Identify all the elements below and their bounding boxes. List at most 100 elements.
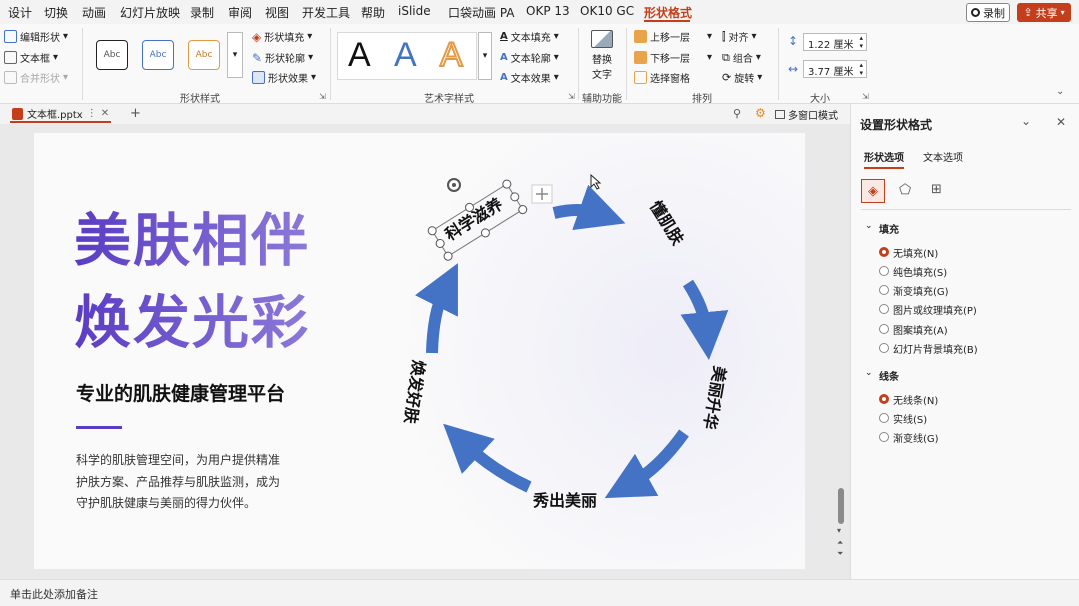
selection-pane-button[interactable]: 选择窗格 <box>634 70 690 85</box>
menu-review[interactable]: 审阅 <box>228 4 252 21</box>
chevron-down-icon: ▾ <box>553 72 559 83</box>
size-properties-icon[interactable]: ⊞ <box>931 182 942 197</box>
next-slide-icon[interactable]: ⏷ <box>837 549 843 559</box>
line-section-header[interactable]: 线条 <box>879 368 899 383</box>
line-option-label: 实线(S) <box>893 415 928 426</box>
rotate-button[interactable]: ⟳ 旋转 ▾ <box>722 70 762 85</box>
shape-fill-button[interactable]: ◈ 形状填充 ▾ <box>252 29 312 45</box>
fill-option-label: 渐变填充(G) <box>893 287 949 298</box>
notes-placeholder[interactable]: 单击此处添加备注 <box>10 586 98 602</box>
chevron-down-icon[interactable]: ⌄ <box>865 221 873 231</box>
slide-canvas[interactable]: 美肤相伴 焕发光彩 专业的肌肤健康管理平台 科学的肌肤管理空间，为用户提供精准 … <box>34 133 805 569</box>
prev-slide-icon[interactable]: ⏶ <box>837 538 843 548</box>
cycle-label-show-beauty[interactable]: 秀出美丽 <box>533 487 597 511</box>
more-options-icon[interactable]: ⋮ <box>87 108 97 119</box>
layout-options-icon[interactable] <box>531 184 553 204</box>
cycle-arrow-bottom-left[interactable] <box>443 423 532 493</box>
wordart-style-1[interactable]: A <box>348 36 371 75</box>
menu-okp[interactable]: OKP 13 <box>526 4 570 18</box>
dialog-launcher-icon[interactable]: ⇲ <box>862 92 869 101</box>
menu-pa[interactable]: 口袋动画 PA <box>448 4 515 21</box>
tab-shape-options[interactable]: 形状选项 <box>864 149 904 169</box>
align-button[interactable]: ⫿ 对齐 ▾ <box>722 29 757 45</box>
radio-no-fill[interactable] <box>879 247 889 257</box>
send-backward-button[interactable]: 下移一层 ▾ <box>634 50 712 65</box>
document-tab[interactable]: 文本框.pptx ⋮ ✕ <box>10 106 112 123</box>
alt-text-button[interactable]: 替换 文字 <box>586 30 618 84</box>
bring-forward-button[interactable]: 上移一层 ▾ <box>634 29 712 44</box>
shape-style-1[interactable]: Abc <box>96 40 128 70</box>
wordart-style-2[interactable]: A <box>394 36 417 75</box>
line-option-label: 无线条(N) <box>893 396 939 407</box>
chevron-down-icon: ▾ <box>757 72 763 83</box>
shape-outline-button[interactable]: ✎ 形状轮廓 ▾ <box>252 50 313 66</box>
merge-shapes-button[interactable]: 合并形状 ▾ <box>4 70 68 85</box>
fill-line-tab[interactable]: ◈ <box>861 179 885 203</box>
text-box-button[interactable]: 文本框 ▾ <box>4 50 58 65</box>
collapse-ribbon-icon[interactable]: ⌄ <box>1056 86 1064 97</box>
radio-pattern-fill[interactable] <box>879 324 889 334</box>
spinner-icon[interactable]: ▴ ▾ <box>859 61 863 77</box>
radio-solid-fill[interactable] <box>879 266 889 276</box>
chevron-down-icon: ▾ <box>553 31 559 42</box>
fill-option-label: 无填充(N) <box>893 249 939 260</box>
radio-gradient-fill[interactable] <box>879 285 889 295</box>
text-fill-button[interactable]: A 文本填充 ▾ <box>500 29 559 44</box>
tab-text-options[interactable]: 文本选项 <box>923 149 963 164</box>
dialog-launcher-icon[interactable]: ⇲ <box>568 92 575 101</box>
text-outline-button[interactable]: A 文本轮廓 ▾ <box>500 50 559 65</box>
scroll-down-icon[interactable]: ▾ <box>837 526 841 535</box>
menu-design[interactable]: 设计 <box>8 4 32 21</box>
group-button[interactable]: ⧉ 组合 ▾ <box>722 50 761 66</box>
menu-animations[interactable]: 动画 <box>82 4 106 21</box>
radio-slide-bg-fill[interactable] <box>879 343 889 353</box>
close-tab-icon[interactable]: ✕ <box>101 108 109 119</box>
menu-transitions[interactable]: 切换 <box>44 4 68 21</box>
record-button[interactable]: 录制 <box>966 3 1010 22</box>
menu-shape-format[interactable]: 形状格式 <box>644 4 692 21</box>
ribbon-separator <box>82 28 83 100</box>
new-tab-icon[interactable]: + <box>130 106 141 121</box>
cycle-arrow-left[interactable] <box>415 263 458 354</box>
menu-ok10[interactable]: OK10 GC <box>580 4 634 18</box>
shape-style-2[interactable]: Abc <box>142 40 174 70</box>
radio-no-line[interactable] <box>879 394 889 404</box>
menu-developer[interactable]: 开发工具 <box>302 4 350 21</box>
edit-shape-button[interactable]: 编辑形状 ▾ <box>4 29 68 44</box>
wordart-gallery-more-button[interactable]: ▾ <box>478 32 492 80</box>
shape-effects-button[interactable]: 形状效果 ▾ <box>252 70 316 85</box>
active-tab-indicator <box>644 20 690 22</box>
menu-record[interactable]: 录制 <box>190 4 214 21</box>
wordart-group-label: 艺术字样式 <box>424 94 474 105</box>
wordart-style-3[interactable]: A <box>439 35 464 75</box>
shape-outline-label: 形状轮廓 <box>265 54 306 65</box>
style-gallery-more-button[interactable]: ▾ <box>227 32 243 78</box>
zoom-icon[interactable]: ⚲ <box>733 107 741 120</box>
shape-height-field[interactable]: 1.22 厘米 ▴ ▾ <box>803 33 867 51</box>
text-effects-button[interactable]: A 文本效果 ▾ <box>500 70 559 85</box>
radio-solid-line[interactable] <box>879 413 889 423</box>
menu-help[interactable]: 帮助 <box>361 4 385 21</box>
fill-section-header[interactable]: 填充 <box>879 221 899 236</box>
dialog-launcher-icon[interactable]: ⇲ <box>319 92 326 101</box>
settings-gear-icon[interactable]: ⚙ <box>755 106 766 120</box>
multi-window-button[interactable]: 多窗口模式 <box>775 107 838 122</box>
menu-islide[interactable]: iSlide <box>398 4 431 18</box>
radio-picture-fill[interactable] <box>879 304 889 314</box>
cycle-arrow-right[interactable] <box>680 279 729 361</box>
spinner-icon[interactable]: ▴ ▾ <box>859 34 863 50</box>
share-button[interactable]: ⇪ 共享 ▾ <box>1017 3 1071 22</box>
chevron-down-icon[interactable]: ⌄ <box>865 368 873 378</box>
cycle-arrow-bottom-right[interactable] <box>604 429 689 499</box>
menu-slideshow[interactable]: 幻灯片放映 <box>120 4 180 21</box>
vertical-scrollbar[interactable] <box>838 488 844 524</box>
shape-width-field[interactable]: 3.77 厘米 ▴ ▾ <box>803 60 867 78</box>
chevron-down-icon[interactable]: ⌄ <box>1021 114 1031 128</box>
pentagon-effects-icon[interactable]: ⬠ <box>899 182 911 198</box>
shape-style-3[interactable]: Abc <box>188 40 220 70</box>
cycle-arrow-top[interactable] <box>552 184 626 231</box>
menu-view[interactable]: 视图 <box>265 4 289 21</box>
radio-gradient-line[interactable] <box>879 432 889 442</box>
close-panel-icon[interactable]: ✕ <box>1056 115 1066 129</box>
rotate-handle-icon[interactable] <box>447 178 461 192</box>
